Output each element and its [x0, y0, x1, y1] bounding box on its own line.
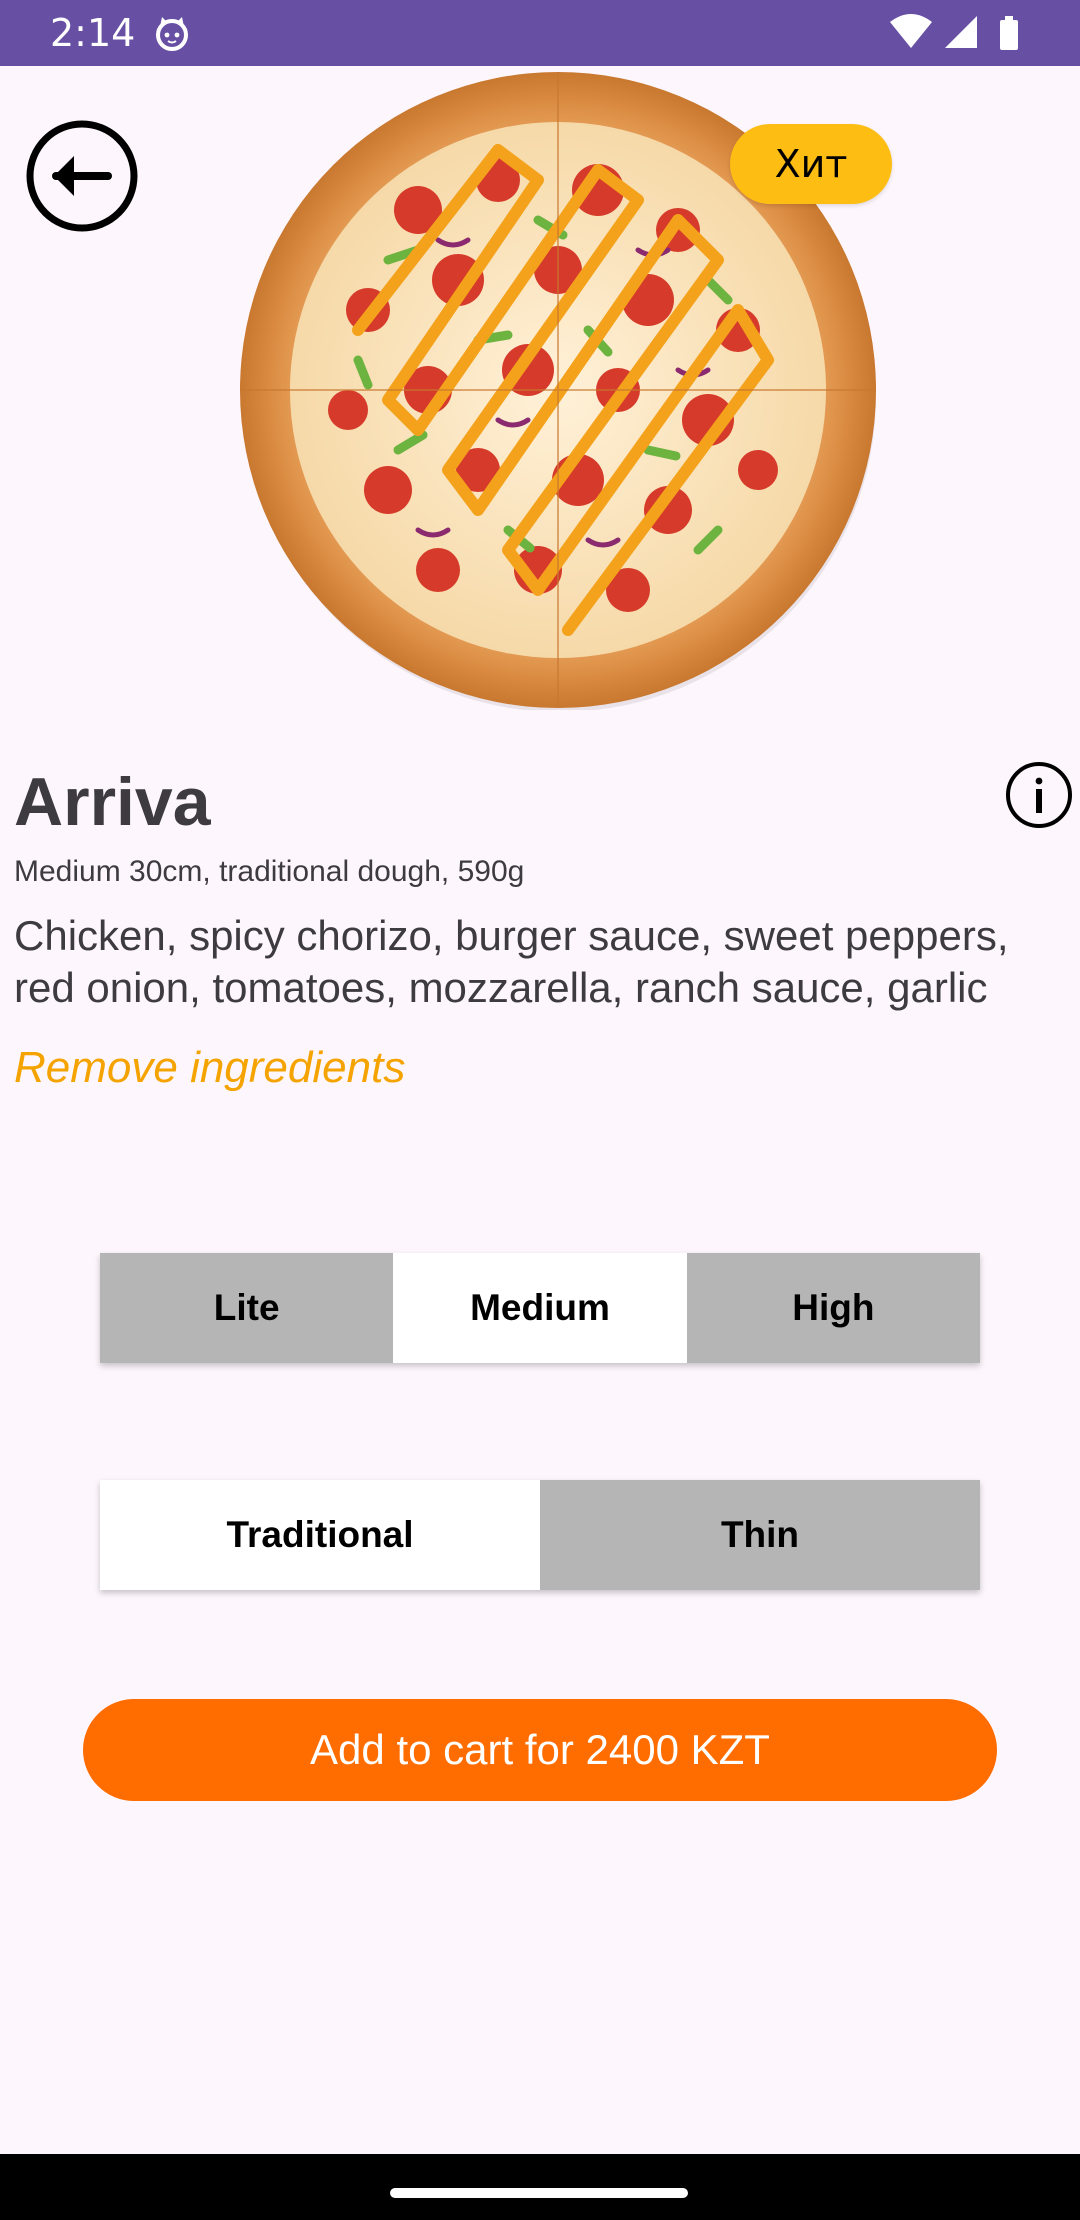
back-button[interactable]: [24, 118, 140, 234]
status-icons: [890, 14, 1018, 50]
size-option-medium[interactable]: Medium: [393, 1253, 687, 1363]
size-selector: Lite Medium High: [100, 1253, 980, 1363]
info-icon: [1035, 777, 1043, 813]
battery-icon: [1000, 20, 1018, 50]
info-button[interactable]: [1005, 761, 1073, 829]
dough-option-thin[interactable]: Thin: [540, 1480, 980, 1590]
signal-icon: [945, 16, 977, 48]
dough-option-traditional[interactable]: Traditional: [100, 1480, 540, 1590]
product-title: Arriva: [14, 764, 211, 840]
remove-ingredients-link[interactable]: Remove ingredients: [14, 1040, 405, 1096]
back-arrow-icon: [52, 156, 112, 196]
status-bar: 2:14: [0, 0, 1080, 66]
size-option-high[interactable]: High: [686, 1253, 980, 1363]
cat-notification-icon: [156, 17, 188, 51]
product-screen: 2:14 Хит Arriva Medium 30cm, traditional…: [0, 0, 1080, 2220]
dough-selector: Traditional Thin: [100, 1480, 980, 1590]
size-option-lite[interactable]: Lite: [100, 1253, 394, 1363]
status-time: 2:14: [50, 11, 136, 55]
navigation-bar: [0, 2154, 1080, 2220]
hit-badge: Хит: [730, 124, 892, 204]
add-to-cart-button[interactable]: Add to cart for 2400 KZT: [83, 1699, 997, 1801]
home-gesture-handle[interactable]: [390, 2188, 688, 2198]
product-ingredients: Chicken, spicy chorizo, burger sauce, sw…: [14, 912, 1009, 1011]
product-subtitle: Medium 30cm, traditional dough, 590g: [14, 855, 525, 888]
wifi-icon: [890, 14, 932, 48]
